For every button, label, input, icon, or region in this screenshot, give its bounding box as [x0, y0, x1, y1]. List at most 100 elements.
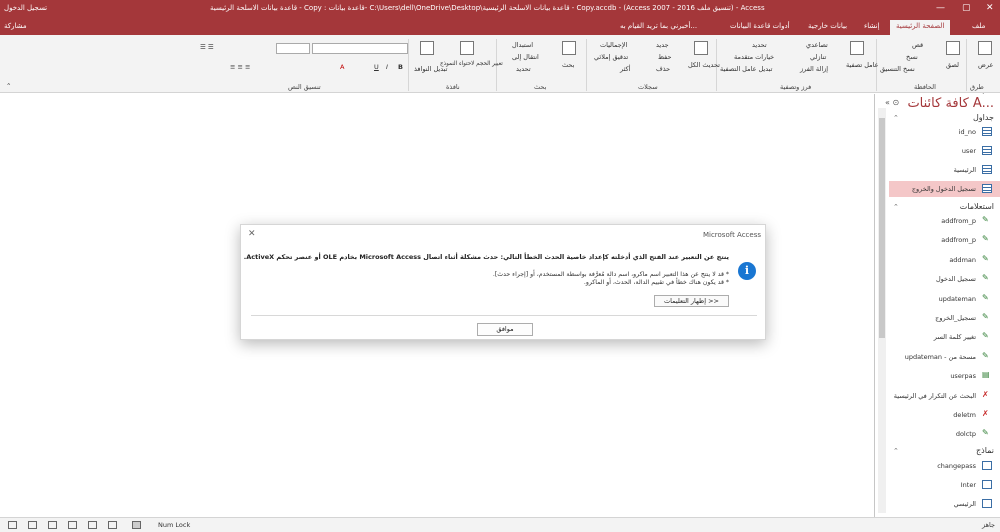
form-view-icon[interactable] [48, 521, 57, 529]
datasheet-view-icon[interactable] [8, 521, 17, 529]
nav-item-querie[interactable]: addman ✎ [889, 252, 1000, 268]
nav-item-querie[interactable]: addfrom_p ✎ [889, 232, 1000, 248]
totals-button[interactable]: الإجماليات [600, 41, 627, 49]
nav-item-querie[interactable]: تسجيل_الخروج ✎ [889, 310, 1000, 326]
font-color-button[interactable]: A [340, 63, 344, 71]
nav-item-label: addfrom_p [941, 217, 976, 225]
nav-item-querie[interactable]: updateman - مسحة من ✎ [889, 349, 1000, 365]
selection-button[interactable]: تحديد [752, 41, 767, 49]
collapse-ribbon-icon[interactable]: ⌃ [6, 82, 11, 90]
underline-button[interactable]: U [374, 63, 379, 71]
refresh-all-button[interactable]: تحديث الكل [688, 61, 720, 69]
section-header-tables[interactable]: جداول [973, 113, 994, 122]
toggle-filter-button[interactable]: تبديل عامل التصفية [720, 65, 772, 73]
delete-record-button[interactable]: حذف [656, 65, 670, 73]
paste-button[interactable]: لصق [946, 61, 959, 69]
format-painter-button[interactable]: نسخ التنسيق [880, 65, 915, 73]
select-button[interactable]: تحديد [516, 65, 531, 73]
tab-database-tools[interactable]: أدوات قاعدة البيانات [730, 22, 790, 30]
sql-view-icon[interactable] [132, 521, 141, 529]
ok-button[interactable]: موافق [477, 323, 533, 336]
show-help-button[interactable]: إظهار التعليمات >> [654, 295, 729, 307]
dialog-bullet-2: * قد يكون هناك خطأ في تقييم الدالة، الحد… [583, 279, 729, 286]
query-delete-icon: ✗ [982, 409, 992, 419]
nav-item-querie[interactable]: deletm ✗ [889, 407, 1000, 423]
nav-item-querie[interactable]: updateman ✎ [889, 291, 1000, 307]
size-to-fit-icon[interactable] [460, 41, 474, 55]
minimize-window-button[interactable]: — [936, 3, 945, 13]
view-icon[interactable] [978, 41, 992, 55]
tab-create[interactable]: إنشاء [864, 22, 880, 30]
section-header-queries[interactable]: استعلامات [960, 202, 994, 211]
bold-button[interactable]: B [398, 63, 403, 71]
cut-button[interactable]: قص [912, 41, 923, 49]
nav-item-label: addman [949, 255, 976, 264]
nav-item-querie[interactable]: البحث عن التكرار في الرئيسية ✗ [889, 388, 1000, 404]
nav-item-querie[interactable]: addfrom_p ✎ [889, 213, 1000, 229]
find-icon[interactable] [562, 41, 576, 55]
save-record-button[interactable]: حفظ [658, 53, 671, 61]
find-button[interactable]: بحث [562, 61, 574, 69]
nav-item-table[interactable]: تسجيل الدخول والخروج [889, 181, 1000, 197]
goto-button[interactable]: انتقال إلى [512, 53, 539, 61]
chevron-up-icon[interactable]: ⌃ [893, 114, 899, 122]
nav-item-table[interactable]: الرئيسية [889, 162, 1000, 178]
chevron-up-icon[interactable]: ⌃ [893, 203, 899, 211]
refresh-all-icon[interactable] [694, 41, 708, 55]
size-to-fit-button[interactable]: تغيير الحجم لاحتواء النموذج [440, 61, 503, 67]
nav-item-label: الرئيسية [953, 166, 976, 174]
close-window-button[interactable]: ✕ [986, 3, 994, 13]
nav-scrollbar[interactable] [878, 108, 886, 513]
nav-item-table[interactable]: user [889, 143, 1000, 159]
share-button[interactable]: مشاركة [4, 22, 27, 30]
filter-button[interactable]: عامل تصفية [846, 61, 879, 69]
ascending-button[interactable]: تصاعدي [806, 41, 828, 49]
nav-pane-collapse-icon[interactable]: « ⊙ [885, 98, 899, 107]
nav-item-querie[interactable]: userpas ▤ [889, 368, 1000, 384]
spelling-button[interactable]: تدقيق إملائي [594, 53, 628, 61]
nav-item-querie[interactable]: dolctp ✎ [889, 426, 1000, 442]
switch-windows-icon[interactable] [420, 41, 434, 55]
tell-me-search[interactable]: أخبرني بما تريد القيام به... [620, 22, 697, 30]
nav-scrollbar-thumb[interactable] [879, 118, 885, 338]
italic-button[interactable]: I [386, 63, 388, 71]
align-buttons[interactable]: ≡ ≡ ≡ [230, 63, 250, 71]
tab-external-data[interactable]: بيانات خارجية [808, 22, 847, 30]
copy-button[interactable]: نسخ [906, 53, 918, 61]
descending-button[interactable]: تنازلي [810, 53, 826, 61]
query-update-icon: ✎ [982, 428, 992, 439]
nav-item-form[interactable]: changepass [889, 458, 1000, 474]
tab-home[interactable]: الصفحة الرئيسية [890, 20, 951, 35]
nav-pane-title[interactable]: كافة كائنات A... [907, 96, 994, 111]
paste-icon[interactable] [946, 41, 960, 55]
nav-item-form[interactable]: الرئيسي [889, 496, 1000, 512]
layout-view-icon[interactable] [68, 521, 77, 529]
dialog-close-icon[interactable]: ✕ [248, 229, 256, 239]
view-button[interactable]: عرض [978, 61, 993, 69]
remove-sort-button[interactable]: إزالة الفرز [800, 65, 828, 73]
switch-windows-button[interactable]: تبديل النوافذ [414, 65, 447, 73]
filter-icon[interactable] [850, 41, 864, 55]
nav-item-querie[interactable]: تسجيل الدخول ✎ [889, 271, 1000, 287]
nav-item-label: البحث عن التكرار في الرئيسية [893, 391, 976, 400]
design-view-icon[interactable] [88, 521, 97, 529]
advanced-button[interactable]: خيارات متقدمة [734, 53, 774, 61]
nav-item-table[interactable]: id_no [889, 124, 1000, 140]
chevron-up-icon[interactable]: ⌃ [893, 447, 899, 455]
text-format-group-label: تنسيق النص [288, 83, 321, 91]
sign-in-link[interactable]: تسجيل الدخول [4, 4, 47, 12]
nav-item-querie[interactable]: تغيير كلمة السر ✎ [889, 329, 1000, 345]
nav-item-form[interactable]: Inter [889, 477, 1000, 493]
section-header-forms[interactable]: نماذج [976, 446, 994, 455]
pivot-view-icon[interactable] [28, 521, 37, 529]
report-view-icon[interactable] [108, 521, 117, 529]
replace-button[interactable]: استبدال [512, 41, 533, 49]
restore-window-button[interactable]: ▢ [962, 3, 971, 13]
tab-file[interactable]: ملف [972, 22, 985, 30]
nav-item-label: Inter [960, 481, 976, 489]
new-record-button[interactable]: جديد [656, 41, 669, 49]
font-name-combo[interactable] [312, 43, 408, 54]
font-size-combo[interactable] [276, 43, 310, 54]
list-buttons[interactable]: ☰ ☰ [200, 43, 214, 51]
more-button[interactable]: أكثر [620, 65, 630, 73]
